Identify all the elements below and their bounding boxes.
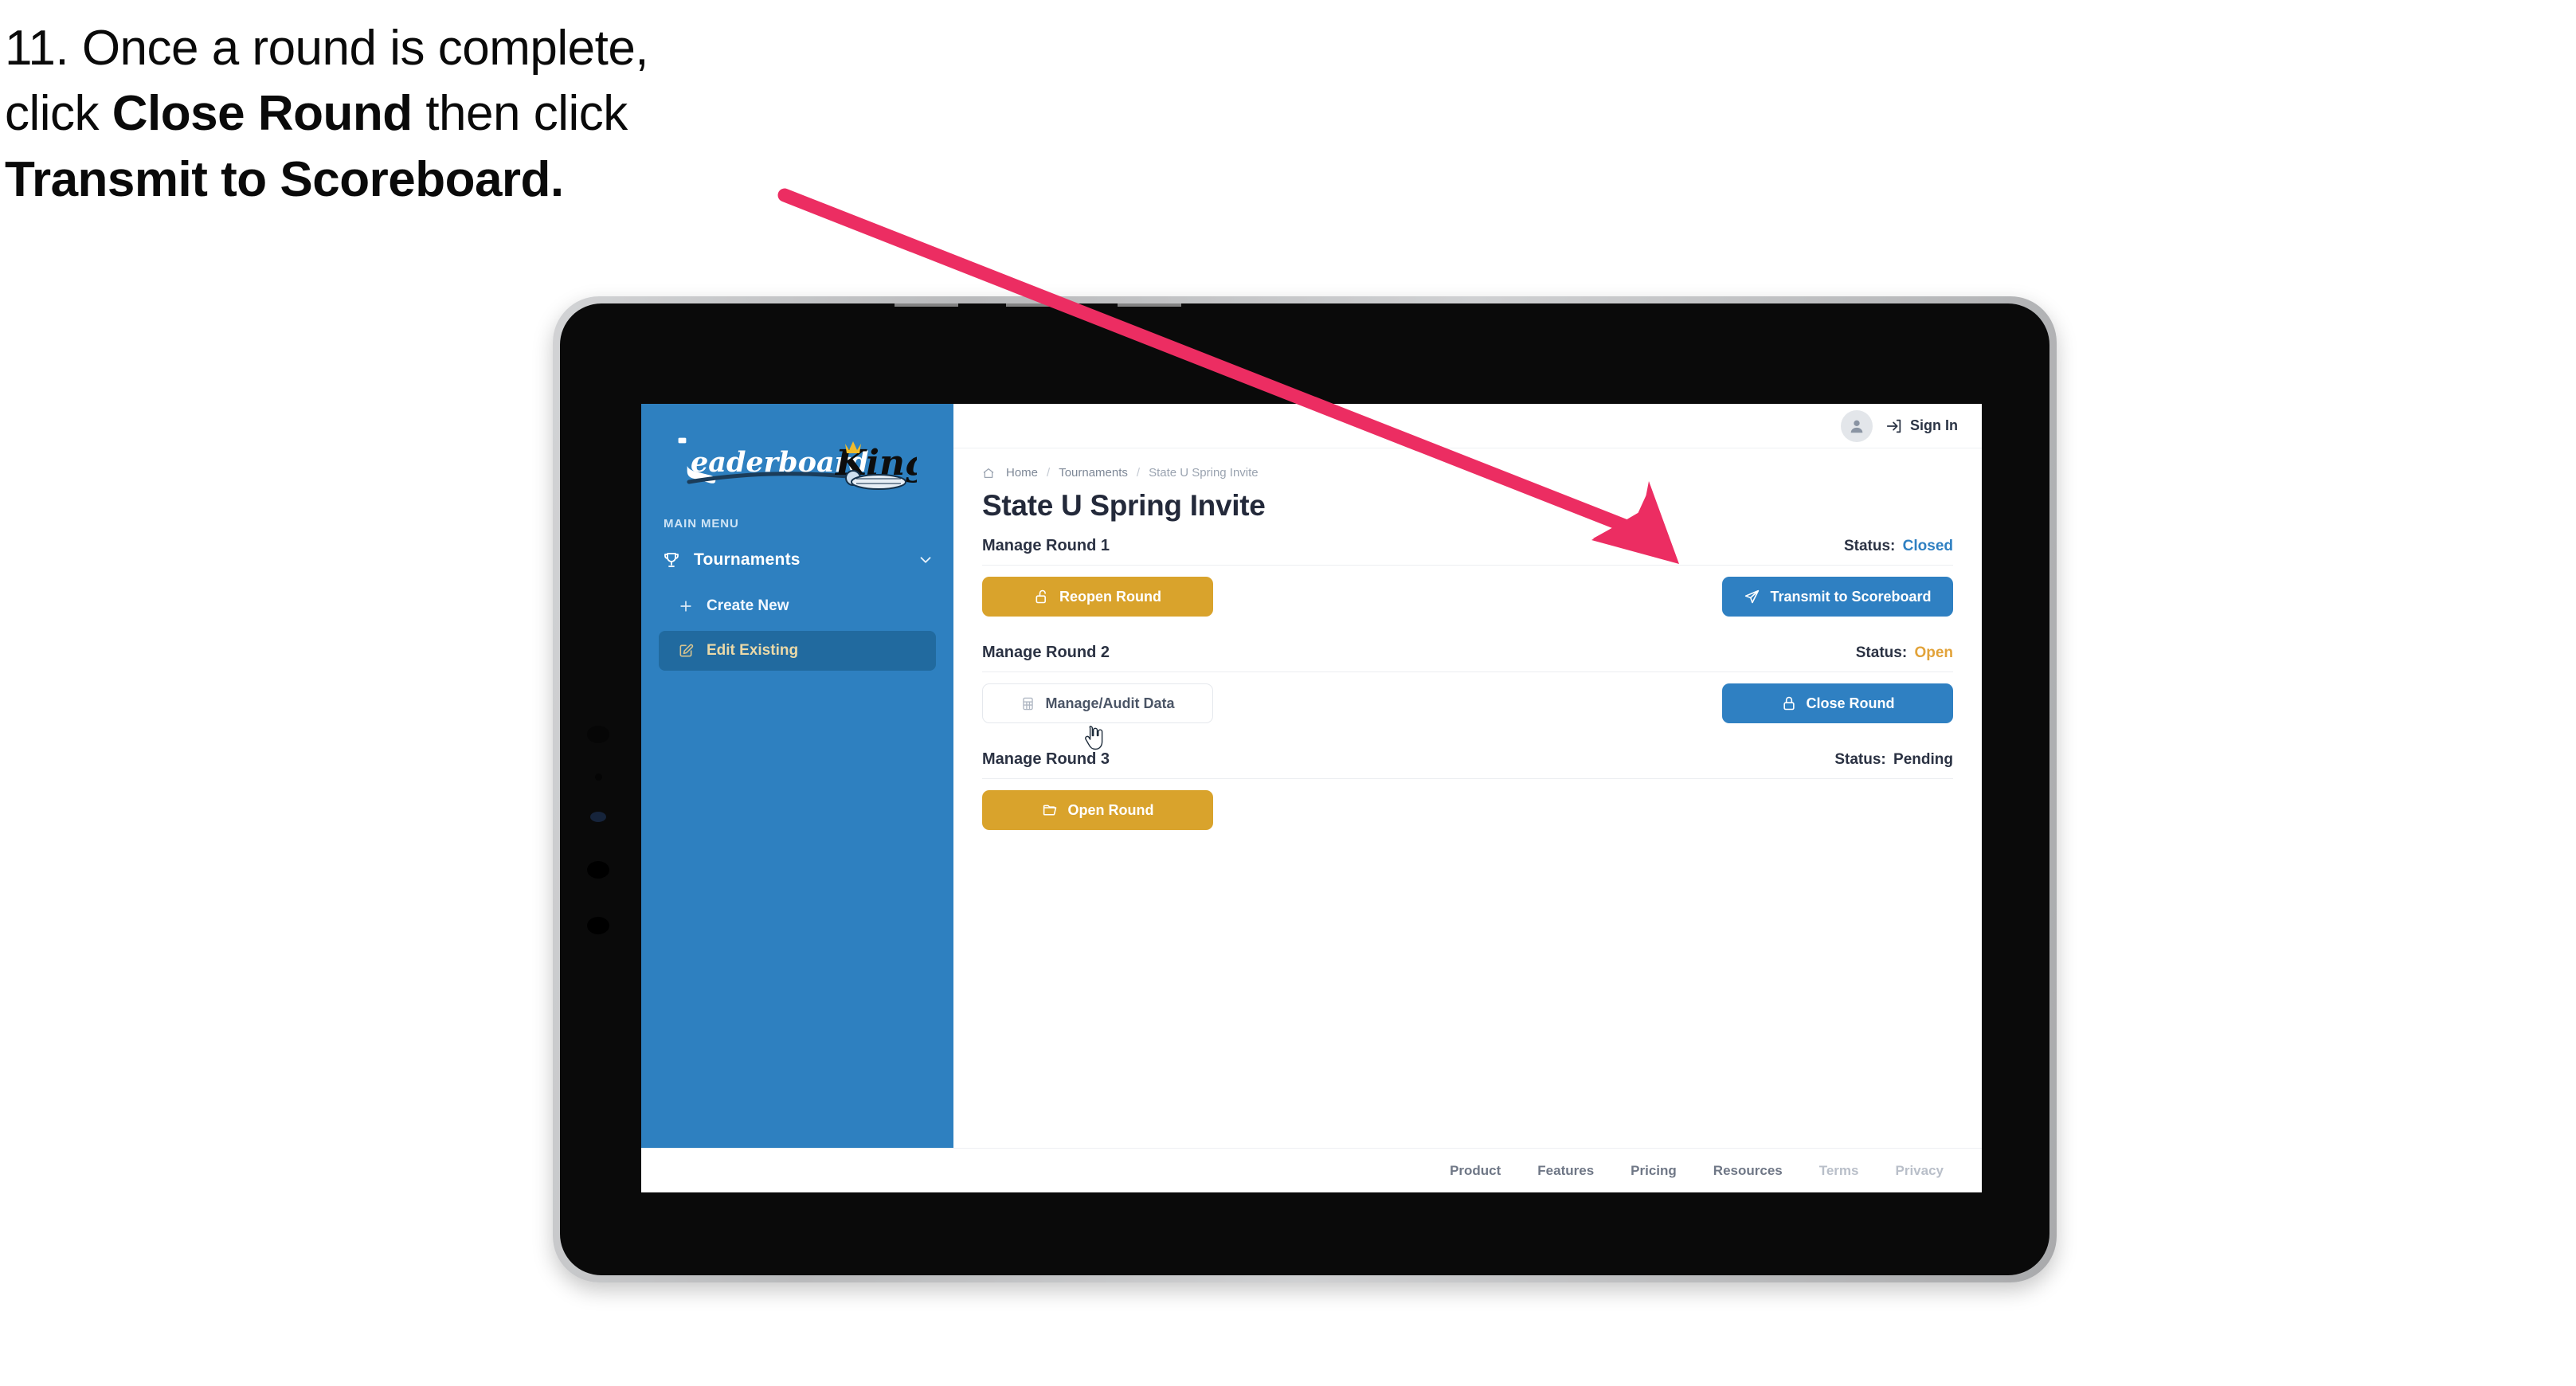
breadcrumb-item-tournaments[interactable]: Tournaments bbox=[1059, 466, 1128, 480]
round-name: Manage Round 1 bbox=[982, 537, 1110, 554]
reopen-round-label: Reopen Round bbox=[1059, 588, 1161, 605]
lock-icon bbox=[1781, 695, 1797, 711]
round-status: Status: Pending bbox=[1834, 751, 1953, 769]
round-status: Status: Closed bbox=[1844, 538, 1953, 555]
caption-line-2-bold: Close Round bbox=[112, 86, 413, 142]
page-title: State U Spring Invite bbox=[982, 489, 1266, 522]
hardware-button-icon[interactable] bbox=[587, 917, 609, 934]
sidebar-section-label: MAIN MENU bbox=[664, 517, 739, 531]
home-icon bbox=[982, 467, 995, 480]
round-section-2: Manage Round 2 Status: Open Manage/Audit… bbox=[982, 644, 1953, 723]
close-round-label: Close Round bbox=[1806, 695, 1895, 711]
instruction-caption: 11. Once a round is complete, click Clos… bbox=[5, 16, 865, 213]
footer-link-features[interactable]: Features bbox=[1537, 1163, 1594, 1179]
round-status-label: Status: bbox=[1843, 538, 1896, 554]
app-logo[interactable]: eaderboard King bbox=[641, 418, 953, 498]
divider bbox=[982, 565, 1953, 566]
sign-in-arrow-icon bbox=[1885, 417, 1903, 435]
caption-line-1: 11. Once a round is complete, bbox=[5, 21, 649, 76]
footer-link-product[interactable]: Product bbox=[1450, 1163, 1501, 1179]
app-screen: eaderboard King bbox=[641, 404, 1982, 1192]
open-round-label: Open Round bbox=[1067, 801, 1154, 818]
manage-audit-data-label: Manage/Audit Data bbox=[1045, 695, 1175, 711]
footer-link-resources[interactable]: Resources bbox=[1713, 1163, 1783, 1179]
breadcrumb-item-home[interactable]: Home bbox=[1006, 466, 1038, 480]
folder-open-icon bbox=[1042, 802, 1059, 819]
top-bar: Sign In bbox=[953, 404, 1982, 448]
main-content: Sign In Home / Tournaments / State U Spr… bbox=[953, 404, 1982, 1148]
trophy-icon bbox=[662, 550, 681, 570]
round-header: Manage Round 1 Status: Closed bbox=[982, 537, 1953, 555]
caption-line-3-bold: Transmit to Scoreboard. bbox=[5, 151, 564, 207]
footer-link-privacy[interactable]: Privacy bbox=[1896, 1163, 1944, 1179]
breadcrumb-item-current: State U Spring Invite bbox=[1149, 466, 1259, 480]
transmit-to-scoreboard-label: Transmit to Scoreboard bbox=[1770, 588, 1932, 605]
user-avatar-icon[interactable] bbox=[1841, 409, 1873, 442]
tablet-device-frame: eaderboard King bbox=[553, 296, 2057, 1282]
round-header: Manage Round 3 Status: Pending bbox=[982, 750, 1953, 769]
bezel-hairline bbox=[1006, 303, 1078, 307]
chevron-down-icon[interactable] bbox=[917, 551, 934, 569]
status-led-icon bbox=[590, 812, 606, 822]
round-section-1: Manage Round 1 Status: Closed Reopen Rou… bbox=[982, 537, 1953, 617]
round-name: Manage Round 2 bbox=[982, 644, 1110, 661]
caption-line-2-suffix: then click bbox=[412, 86, 628, 142]
round-status-label: Status: bbox=[1855, 644, 1908, 661]
hardware-button-icon[interactable] bbox=[587, 861, 609, 879]
close-round-button[interactable]: Close Round bbox=[1722, 683, 1953, 723]
footer-link-pricing[interactable]: Pricing bbox=[1631, 1163, 1677, 1179]
round-actions: Reopen Round Transmit to Scoreboard bbox=[982, 577, 1953, 617]
round-actions: Manage/Audit Data Close Round bbox=[982, 683, 1953, 723]
round-status-value: Pending bbox=[1893, 751, 1953, 768]
round-status-label: Status: bbox=[1834, 751, 1886, 768]
sidebar: eaderboard King bbox=[641, 404, 1103, 1148]
footer-link-terms[interactable]: Terms bbox=[1819, 1163, 1859, 1179]
reopen-round-button[interactable]: Reopen Round bbox=[982, 577, 1213, 617]
caption-line-2-prefix: click bbox=[5, 86, 112, 142]
round-status-value: Closed bbox=[1902, 538, 1953, 554]
unlock-icon bbox=[1034, 589, 1050, 605]
bezel-hairline bbox=[895, 303, 958, 307]
round-section-3: Manage Round 3 Status: Pending Open Roun… bbox=[982, 750, 1953, 830]
breadcrumb-separator: / bbox=[1136, 466, 1141, 480]
sign-in-button[interactable]: Sign In bbox=[1885, 417, 1958, 435]
footer: Product Features Pricing Resources Terms… bbox=[641, 1148, 1982, 1192]
sensor-dot-icon bbox=[595, 773, 602, 781]
edit-square-icon bbox=[678, 643, 694, 659]
paper-plane-icon bbox=[1744, 589, 1760, 605]
transmit-to-scoreboard-button[interactable]: Transmit to Scoreboard bbox=[1722, 577, 1953, 617]
app-body: eaderboard King bbox=[641, 404, 1982, 1148]
sidebar-item-edit-existing[interactable]: Edit Existing bbox=[659, 631, 936, 671]
round-header: Manage Round 2 Status: Open bbox=[982, 644, 1953, 662]
open-round-button[interactable]: Open Round bbox=[982, 790, 1213, 830]
page-main: Home / Tournaments / State U Spring Invi… bbox=[953, 448, 1982, 1148]
breadcrumb-separator: / bbox=[1047, 466, 1051, 480]
screenshot-stage: 11. Once a round is complete, click Clos… bbox=[0, 0, 2576, 1386]
breadcrumb: Home / Tournaments / State U Spring Invi… bbox=[982, 466, 1953, 480]
divider bbox=[982, 778, 1953, 779]
round-status: Status: Open bbox=[1856, 644, 1953, 662]
manage-audit-data-button[interactable]: Manage/Audit Data bbox=[982, 683, 1213, 723]
sidebar-item-tournaments-label: Tournaments bbox=[694, 550, 801, 569]
divider bbox=[982, 671, 1953, 672]
round-name: Manage Round 3 bbox=[982, 750, 1110, 768]
front-camera-icon bbox=[587, 726, 609, 743]
bezel-hairline bbox=[1118, 303, 1181, 307]
round-status-value: Open bbox=[1914, 644, 1953, 661]
tablet-bezel: eaderboard King bbox=[560, 303, 2049, 1275]
table-grid-icon bbox=[1020, 696, 1035, 711]
mouse-cursor-pointer bbox=[1085, 726, 1103, 750]
sidebar-item-tournaments[interactable]: Tournaments bbox=[641, 538, 953, 581]
sidebar-item-create-new[interactable]: Create New bbox=[659, 586, 936, 626]
sidebar-item-create-new-label: Create New bbox=[707, 597, 789, 614]
sidebar-item-edit-existing-label: Edit Existing bbox=[707, 642, 799, 659]
round-actions: Open Round bbox=[982, 790, 1953, 830]
sign-in-label: Sign In bbox=[1910, 417, 1958, 433]
plus-icon bbox=[678, 598, 694, 614]
